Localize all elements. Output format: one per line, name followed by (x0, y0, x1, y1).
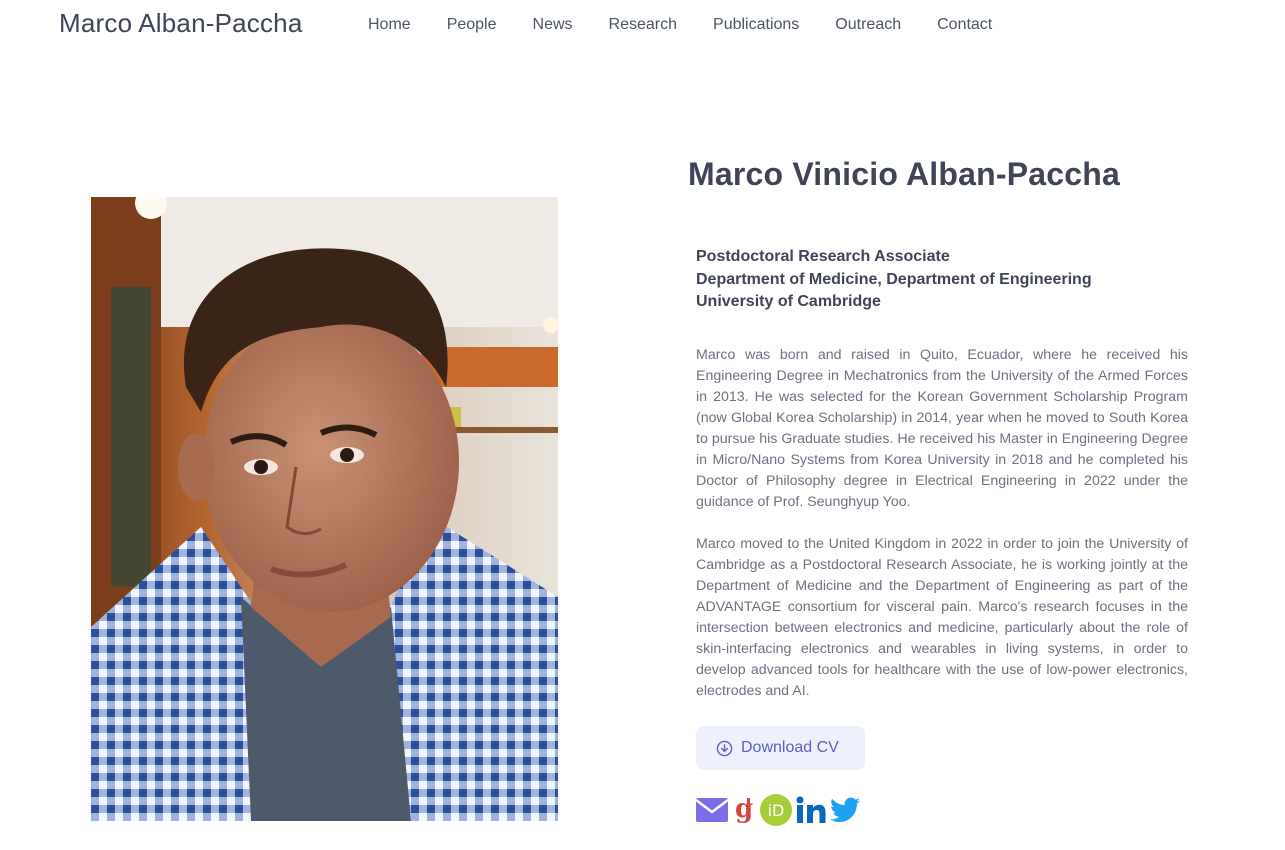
site-brand[interactable]: Marco Alban-Paccha (59, 8, 303, 39)
nav-publications[interactable]: Publications (713, 15, 799, 35)
twitter-link[interactable] (830, 797, 860, 828)
nav-research[interactable]: Research (609, 15, 677, 35)
nav-outreach[interactable]: Outreach (835, 15, 901, 35)
nav-contact[interactable]: Contact (937, 15, 992, 35)
position-title: Postdoctoral Research Associate (696, 248, 950, 265)
department: Department of Medicine, Department of En… (696, 270, 1092, 288)
profile-name: Marco Vinicio Alban-Paccha (688, 156, 1120, 192)
download-cv-button[interactable]: Download CV (696, 726, 865, 770)
orcid-link[interactable]: iD (760, 794, 792, 831)
main-nav: Home People News Research Publications O… (368, 15, 1028, 35)
svg-text:g: g (735, 795, 753, 824)
affiliation-block: Postdoctoral Research Associate Departme… (696, 246, 1216, 314)
nav-news[interactable]: News (533, 15, 573, 35)
linkedin-link[interactable] (796, 796, 826, 829)
linkedin-icon (796, 796, 826, 829)
email-link[interactable] (695, 797, 729, 828)
institution: University of Cambridge (696, 293, 881, 310)
bio-paragraph: Marco moved to the United Kingdom in 202… (696, 536, 1188, 699)
svg-text:iD: iD (768, 801, 785, 820)
google-scholar-icon: g (732, 794, 756, 830)
nav-people[interactable]: People (447, 15, 497, 35)
social-links: g iD (695, 794, 864, 831)
profile-photo (91, 197, 558, 821)
download-cv-label: Download CV (741, 739, 839, 756)
orcid-icon: iD (760, 794, 792, 831)
twitter-icon (830, 797, 860, 828)
nav-home[interactable]: Home (368, 15, 411, 35)
download-icon (716, 740, 733, 757)
bio-paragraph: Marco was born and raised in Quito, Ecua… (696, 347, 1188, 510)
envelope-icon (695, 797, 729, 828)
google-scholar-link[interactable]: g (732, 794, 756, 830)
